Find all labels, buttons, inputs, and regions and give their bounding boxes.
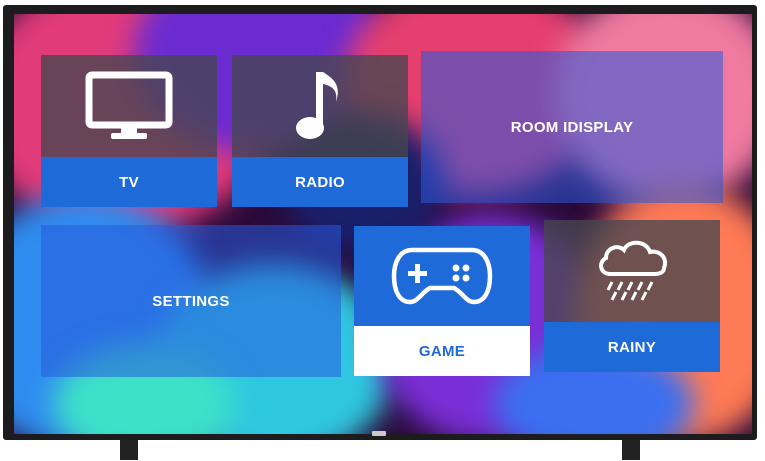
- tile-game[interactable]: GAME: [354, 226, 530, 376]
- music-note-icon: [296, 72, 338, 139]
- tile-rainy[interactable]: RAINY: [544, 220, 720, 372]
- tile-radio[interactable]: RADIO: [232, 55, 408, 207]
- tv-icon: [85, 71, 173, 139]
- tile-room-display-label: ROOM IDISPLAY: [510, 118, 634, 136]
- tile-settings[interactable]: SETTINGS: [41, 225, 341, 377]
- tv-stand-right: [622, 440, 640, 460]
- tile-tv[interactable]: TV: [41, 55, 217, 207]
- brand-logo: [372, 431, 386, 436]
- tile-room-display[interactable]: ROOM IDISPLAY: [421, 51, 723, 203]
- tile-rainy-label: RAINY: [544, 322, 720, 372]
- tile-game-label: GAME: [354, 326, 530, 376]
- tile-settings-label: SETTINGS: [152, 292, 230, 310]
- rain-cloud-icon: [599, 240, 667, 301]
- tv-stand-left: [120, 440, 138, 460]
- tv-screen: TV RADIO ROOM IDISPLAY SETTINGS GAME RAI…: [14, 14, 752, 434]
- gamepad-icon: [391, 247, 493, 305]
- tv-frame: TV RADIO ROOM IDISPLAY SETTINGS GAME RAI…: [3, 5, 757, 440]
- tile-tv-label: TV: [41, 157, 217, 207]
- tile-radio-label: RADIO: [232, 157, 408, 207]
